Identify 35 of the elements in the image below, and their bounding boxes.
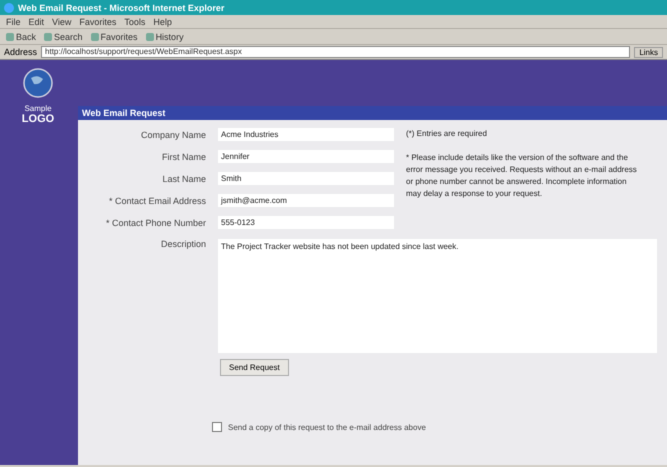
window-title: Web Email Request - Microsoft Internet Explorer xyxy=(18,2,224,12)
send-button[interactable]: Send Request xyxy=(220,359,289,376)
help-note: * Please include details like the version of the software and the error message you received. Requests without an e-mail address or phone number cannot be answered. Incomplete information may delay a response to your request. xyxy=(406,152,638,200)
menu-item[interactable]: Help xyxy=(153,16,172,26)
menu-item[interactable]: File xyxy=(6,16,21,26)
menu-item[interactable]: Edit xyxy=(28,16,44,26)
input-field[interactable]: Acme Industries xyxy=(218,128,394,141)
logo-text: Sample xyxy=(24,104,52,113)
field-label: Description xyxy=(160,239,206,249)
toolbar-button[interactable]: Back xyxy=(6,32,36,42)
checkbox[interactable] xyxy=(212,422,222,432)
field-label: First Name xyxy=(160,152,206,162)
links-button[interactable]: Links xyxy=(634,46,663,58)
field-label: Company Name xyxy=(140,130,206,140)
description-field[interactable]: The Project Tracker website has not been updated since last week. xyxy=(218,239,657,353)
form-title: Web Email Request xyxy=(78,106,667,120)
input-field[interactable]: Smith xyxy=(218,172,394,185)
menu-item[interactable]: View xyxy=(52,16,72,26)
checkbox-label: Send a copy of this request to the e-mail address above xyxy=(228,422,426,432)
logo-text: LOGO xyxy=(22,113,54,125)
toolbar-button[interactable]: History xyxy=(146,32,184,42)
field-label: * Contact Phone Number xyxy=(104,218,206,228)
field-label: * Contact Email Address xyxy=(108,196,206,206)
input-field[interactable]: Jennifer xyxy=(218,150,394,163)
field-label: Last Name xyxy=(161,174,206,184)
address-field[interactable]: http://localhost/support/request/WebEmailRequest.aspx xyxy=(41,46,630,58)
toolbar-button[interactable]: Search xyxy=(44,32,83,42)
menu-item[interactable]: Favorites xyxy=(79,16,116,26)
address-label: Address xyxy=(4,47,38,57)
required-note: (*) Entries are required xyxy=(406,128,488,140)
toolbar-button[interactable]: Favorites xyxy=(90,32,138,42)
input-field[interactable]: jsmith@acme.com xyxy=(218,194,394,207)
menu-item[interactable]: Tools xyxy=(124,16,146,26)
globe-icon xyxy=(23,68,53,98)
input-field[interactable]: 555-0123 xyxy=(218,216,394,229)
